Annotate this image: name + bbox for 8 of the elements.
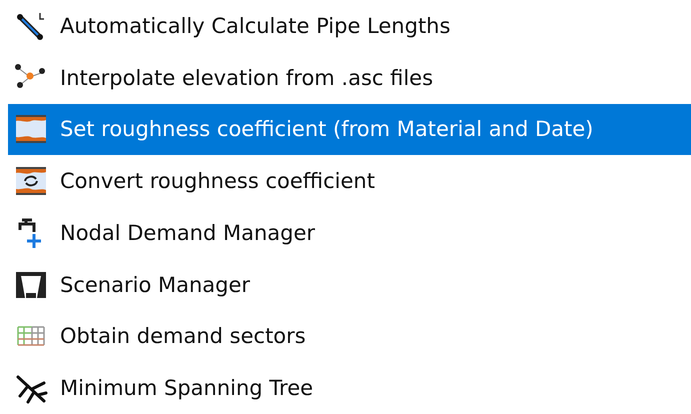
menu-item[interactable]: Minimum Spanning Tree bbox=[8, 362, 691, 414]
menu-item[interactable]: Set roughness coefficient (from Material and Date) bbox=[8, 104, 691, 156]
menu-item[interactable]: Convert roughness coefficient bbox=[8, 155, 691, 207]
menu-item[interactable]: Interpolate elevation from .asc files bbox=[8, 52, 691, 104]
menu-item[interactable]: Automatically Calculate Pipe Lengths bbox=[8, 0, 691, 52]
menu-item[interactable]: Scenario Manager bbox=[8, 258, 691, 310]
menu-item[interactable]: Obtain demand sectors bbox=[8, 310, 691, 362]
menu-item[interactable]: Nodal Demand Manager bbox=[8, 207, 691, 259]
